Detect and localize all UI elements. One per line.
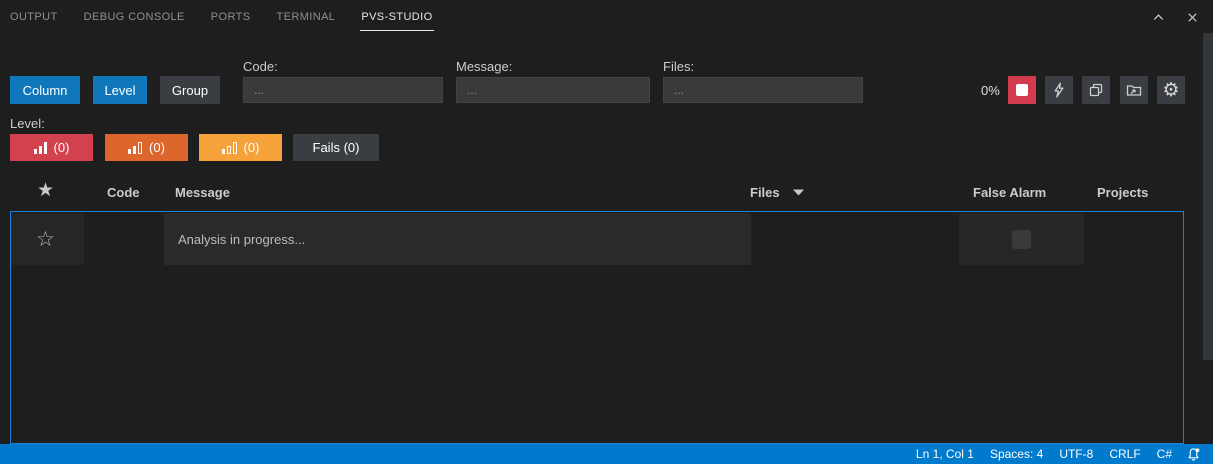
indentation-status[interactable]: Spaces: 4 xyxy=(982,447,1051,461)
panel-tab-bar: OUTPUT DEBUG CONSOLE PORTS TERMINAL PVS-… xyxy=(0,0,1213,36)
run-analysis-button[interactable] xyxy=(1045,76,1073,104)
level-high-button[interactable]: (0) xyxy=(10,134,93,161)
column-header-code[interactable]: Code xyxy=(107,185,140,200)
chevron-up-icon[interactable] xyxy=(1149,8,1167,26)
files-filter-input[interactable] xyxy=(663,77,863,103)
copy-icon xyxy=(1089,83,1103,97)
column-header-files[interactable]: Files xyxy=(750,185,804,200)
row-message-cell: Analysis in progress... xyxy=(164,213,751,265)
copy-results-button[interactable] xyxy=(1082,76,1110,104)
column-header-message[interactable]: Message xyxy=(175,185,230,200)
cursor-position-status[interactable]: Ln 1, Col 1 xyxy=(908,447,982,461)
settings-button[interactable]: ⚙ xyxy=(1157,76,1185,104)
level-section-label: Level: xyxy=(10,116,45,131)
stop-icon xyxy=(1016,84,1028,96)
open-folder-icon xyxy=(1126,85,1142,96)
star-outline-icon[interactable]: ☆ xyxy=(36,227,55,251)
bell-dot-icon xyxy=(1188,447,1200,461)
fails-button[interactable]: Fails (0) xyxy=(293,134,379,161)
message-filter-label: Message: xyxy=(456,59,513,74)
files-filter-label: Files: xyxy=(663,59,695,74)
analysis-progress-label: 0% xyxy=(981,82,1000,98)
level-low-button[interactable]: (0) xyxy=(199,134,282,161)
lightning-icon xyxy=(1054,82,1064,98)
level-medium-count: (0) xyxy=(149,140,165,155)
caret-down-icon xyxy=(792,189,804,196)
gear-icon: ⚙ xyxy=(1162,78,1180,101)
false-alarm-checkbox[interactable] xyxy=(1012,229,1031,249)
open-report-button[interactable] xyxy=(1120,76,1148,104)
pvs-studio-panel: OUTPUT DEBUG CONSOLE PORTS TERMINAL PVS-… xyxy=(0,0,1213,464)
tab-ports[interactable]: PORTS xyxy=(210,0,252,31)
vertical-scrollbar[interactable] xyxy=(1203,33,1213,360)
bar-chart-1-solid-icon xyxy=(221,141,237,154)
code-filter-input[interactable] xyxy=(243,77,443,103)
code-filter-label: Code: xyxy=(243,59,278,74)
row-message-text: Analysis in progress... xyxy=(178,231,306,247)
row-false-alarm-cell xyxy=(959,213,1084,265)
bar-chart-3-solid-icon xyxy=(33,141,47,154)
panel-controls xyxy=(1149,8,1201,26)
tab-debug-console[interactable]: DEBUG CONSOLE xyxy=(83,0,186,31)
notifications-button[interactable] xyxy=(1180,447,1205,462)
level-button[interactable]: Level xyxy=(93,76,147,104)
level-medium-button[interactable]: (0) xyxy=(105,134,188,161)
fails-label: Fails (0) xyxy=(312,140,360,155)
column-header-false-alarm[interactable]: False Alarm xyxy=(973,185,1046,200)
results-table: ☆ Analysis in progress... xyxy=(10,211,1184,444)
message-filter-input[interactable] xyxy=(456,77,650,103)
table-row[interactable]: ☆ Analysis in progress... xyxy=(11,213,1183,265)
bar-chart-2-solid-icon xyxy=(128,141,143,154)
close-icon[interactable] xyxy=(1183,8,1201,26)
tab-pvs-studio[interactable]: PVS-STUDIO xyxy=(360,0,434,31)
column-header-projects[interactable]: Projects xyxy=(1097,185,1148,200)
star-filled-icon[interactable]: ★ xyxy=(37,179,54,201)
group-button[interactable]: Group xyxy=(160,76,220,104)
level-high-count: (0) xyxy=(53,140,70,155)
eol-status[interactable]: CRLF xyxy=(1101,447,1148,461)
language-mode-status[interactable]: C# xyxy=(1149,447,1180,461)
files-header-label: Files xyxy=(750,185,780,200)
column-button[interactable]: Column xyxy=(10,76,80,104)
level-low-count: (0) xyxy=(243,140,260,155)
tab-terminal[interactable]: TERMINAL xyxy=(276,0,337,31)
stop-analysis-button[interactable] xyxy=(1008,76,1036,104)
tab-output[interactable]: OUTPUT xyxy=(9,0,59,31)
row-favorite-cell: ☆ xyxy=(11,213,84,265)
encoding-status[interactable]: UTF-8 xyxy=(1051,447,1101,461)
status-bar: Ln 1, Col 1 Spaces: 4 UTF-8 CRLF C# xyxy=(0,444,1213,464)
